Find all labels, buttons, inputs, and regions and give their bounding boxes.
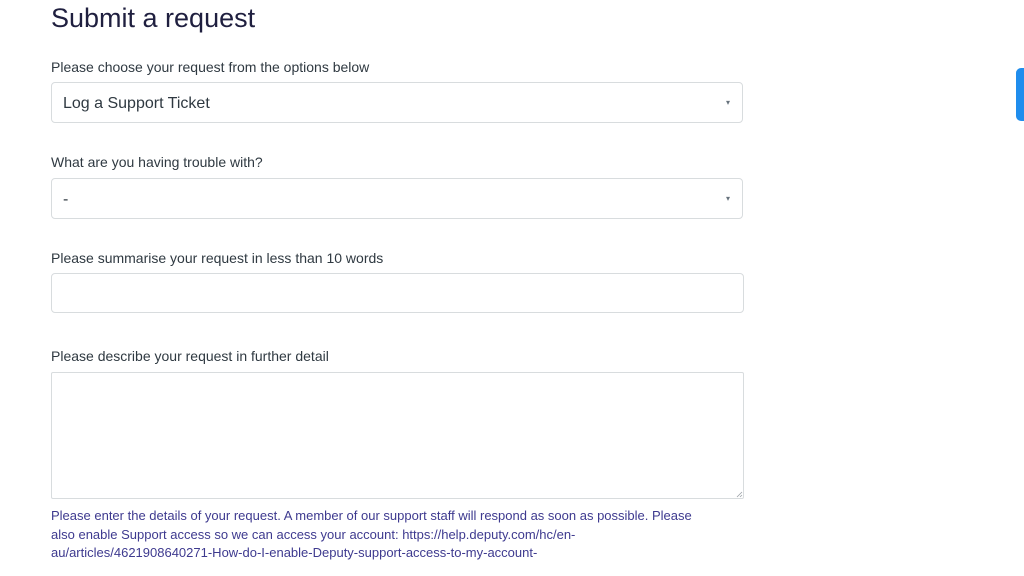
chevron-down-icon: ▾ — [725, 194, 730, 203]
description-label: Please describe your request in further … — [51, 348, 329, 364]
resize-grip-icon[interactable] — [735, 490, 743, 498]
request-form-page: Submit a request Please choose your requ… — [0, 0, 1024, 576]
page-title: Submit a request — [51, 3, 256, 33]
side-feedback-tab[interactable] — [1016, 68, 1024, 121]
request-type-label: Please choose your request from the opti… — [51, 59, 370, 75]
request-type-select[interactable]: Log a Support Ticket ▾ — [51, 82, 743, 123]
hint-line: Please enter the details of your request… — [51, 508, 692, 523]
summary-input[interactable] — [51, 273, 744, 313]
trouble-value: - — [63, 191, 69, 208]
description-hint: Please enter the details of your request… — [51, 507, 751, 563]
request-type-value: Log a Support Ticket — [63, 95, 210, 112]
chevron-down-icon: ▾ — [725, 98, 730, 107]
description-textarea[interactable] — [51, 372, 744, 499]
hint-line: also enable Support access so we can acc… — [51, 526, 576, 542]
hint-line: au/articles/4621908640271-How-do-I-enabl… — [51, 545, 538, 560]
trouble-label: What are you having trouble with? — [51, 154, 263, 170]
summary-label: Please summarise your request in less th… — [51, 250, 384, 266]
trouble-select[interactable]: - ▾ — [51, 178, 743, 219]
